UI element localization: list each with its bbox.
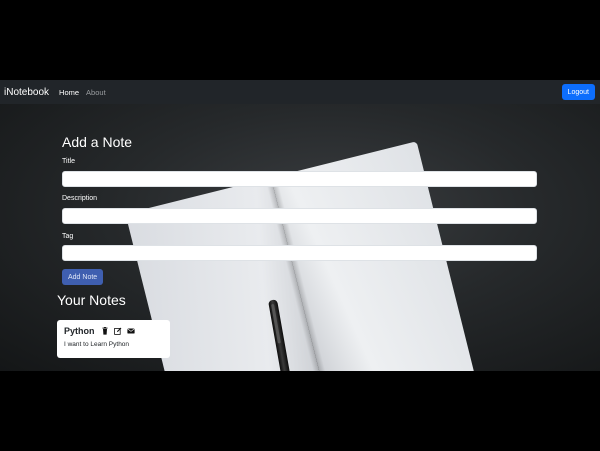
tag-label: Tag — [62, 233, 74, 240]
note-title: Python — [64, 326, 95, 336]
navbar-brand[interactable]: iNotebook — [4, 87, 49, 98]
envelope-icon[interactable] — [126, 327, 135, 335]
navbar: iNotebook Home About Logout — [0, 80, 600, 104]
app-viewport: iNotebook Home About Logout Add a Note T… — [0, 80, 600, 371]
your-notes-heading: Your Notes — [57, 292, 126, 308]
description-label: Description — [62, 195, 98, 202]
title-input[interactable] — [62, 171, 537, 187]
tag-input[interactable] — [62, 245, 537, 261]
note-card: Python I want to Learn Python — [57, 320, 170, 358]
edit-icon[interactable] — [113, 327, 122, 335]
description-input[interactable] — [62, 208, 537, 224]
add-note-button[interactable]: Add Note — [62, 269, 104, 285]
trash-icon[interactable] — [101, 327, 109, 335]
nav-link-home[interactable]: Home — [59, 88, 79, 97]
logout-button[interactable]: Logout — [561, 84, 595, 100]
title-label: Title — [62, 158, 75, 165]
note-description: I want to Learn Python — [64, 341, 130, 348]
note-card-header: Python — [64, 326, 163, 336]
nav-link-about[interactable]: About — [86, 88, 106, 97]
add-note-heading: Add a Note — [62, 134, 133, 150]
